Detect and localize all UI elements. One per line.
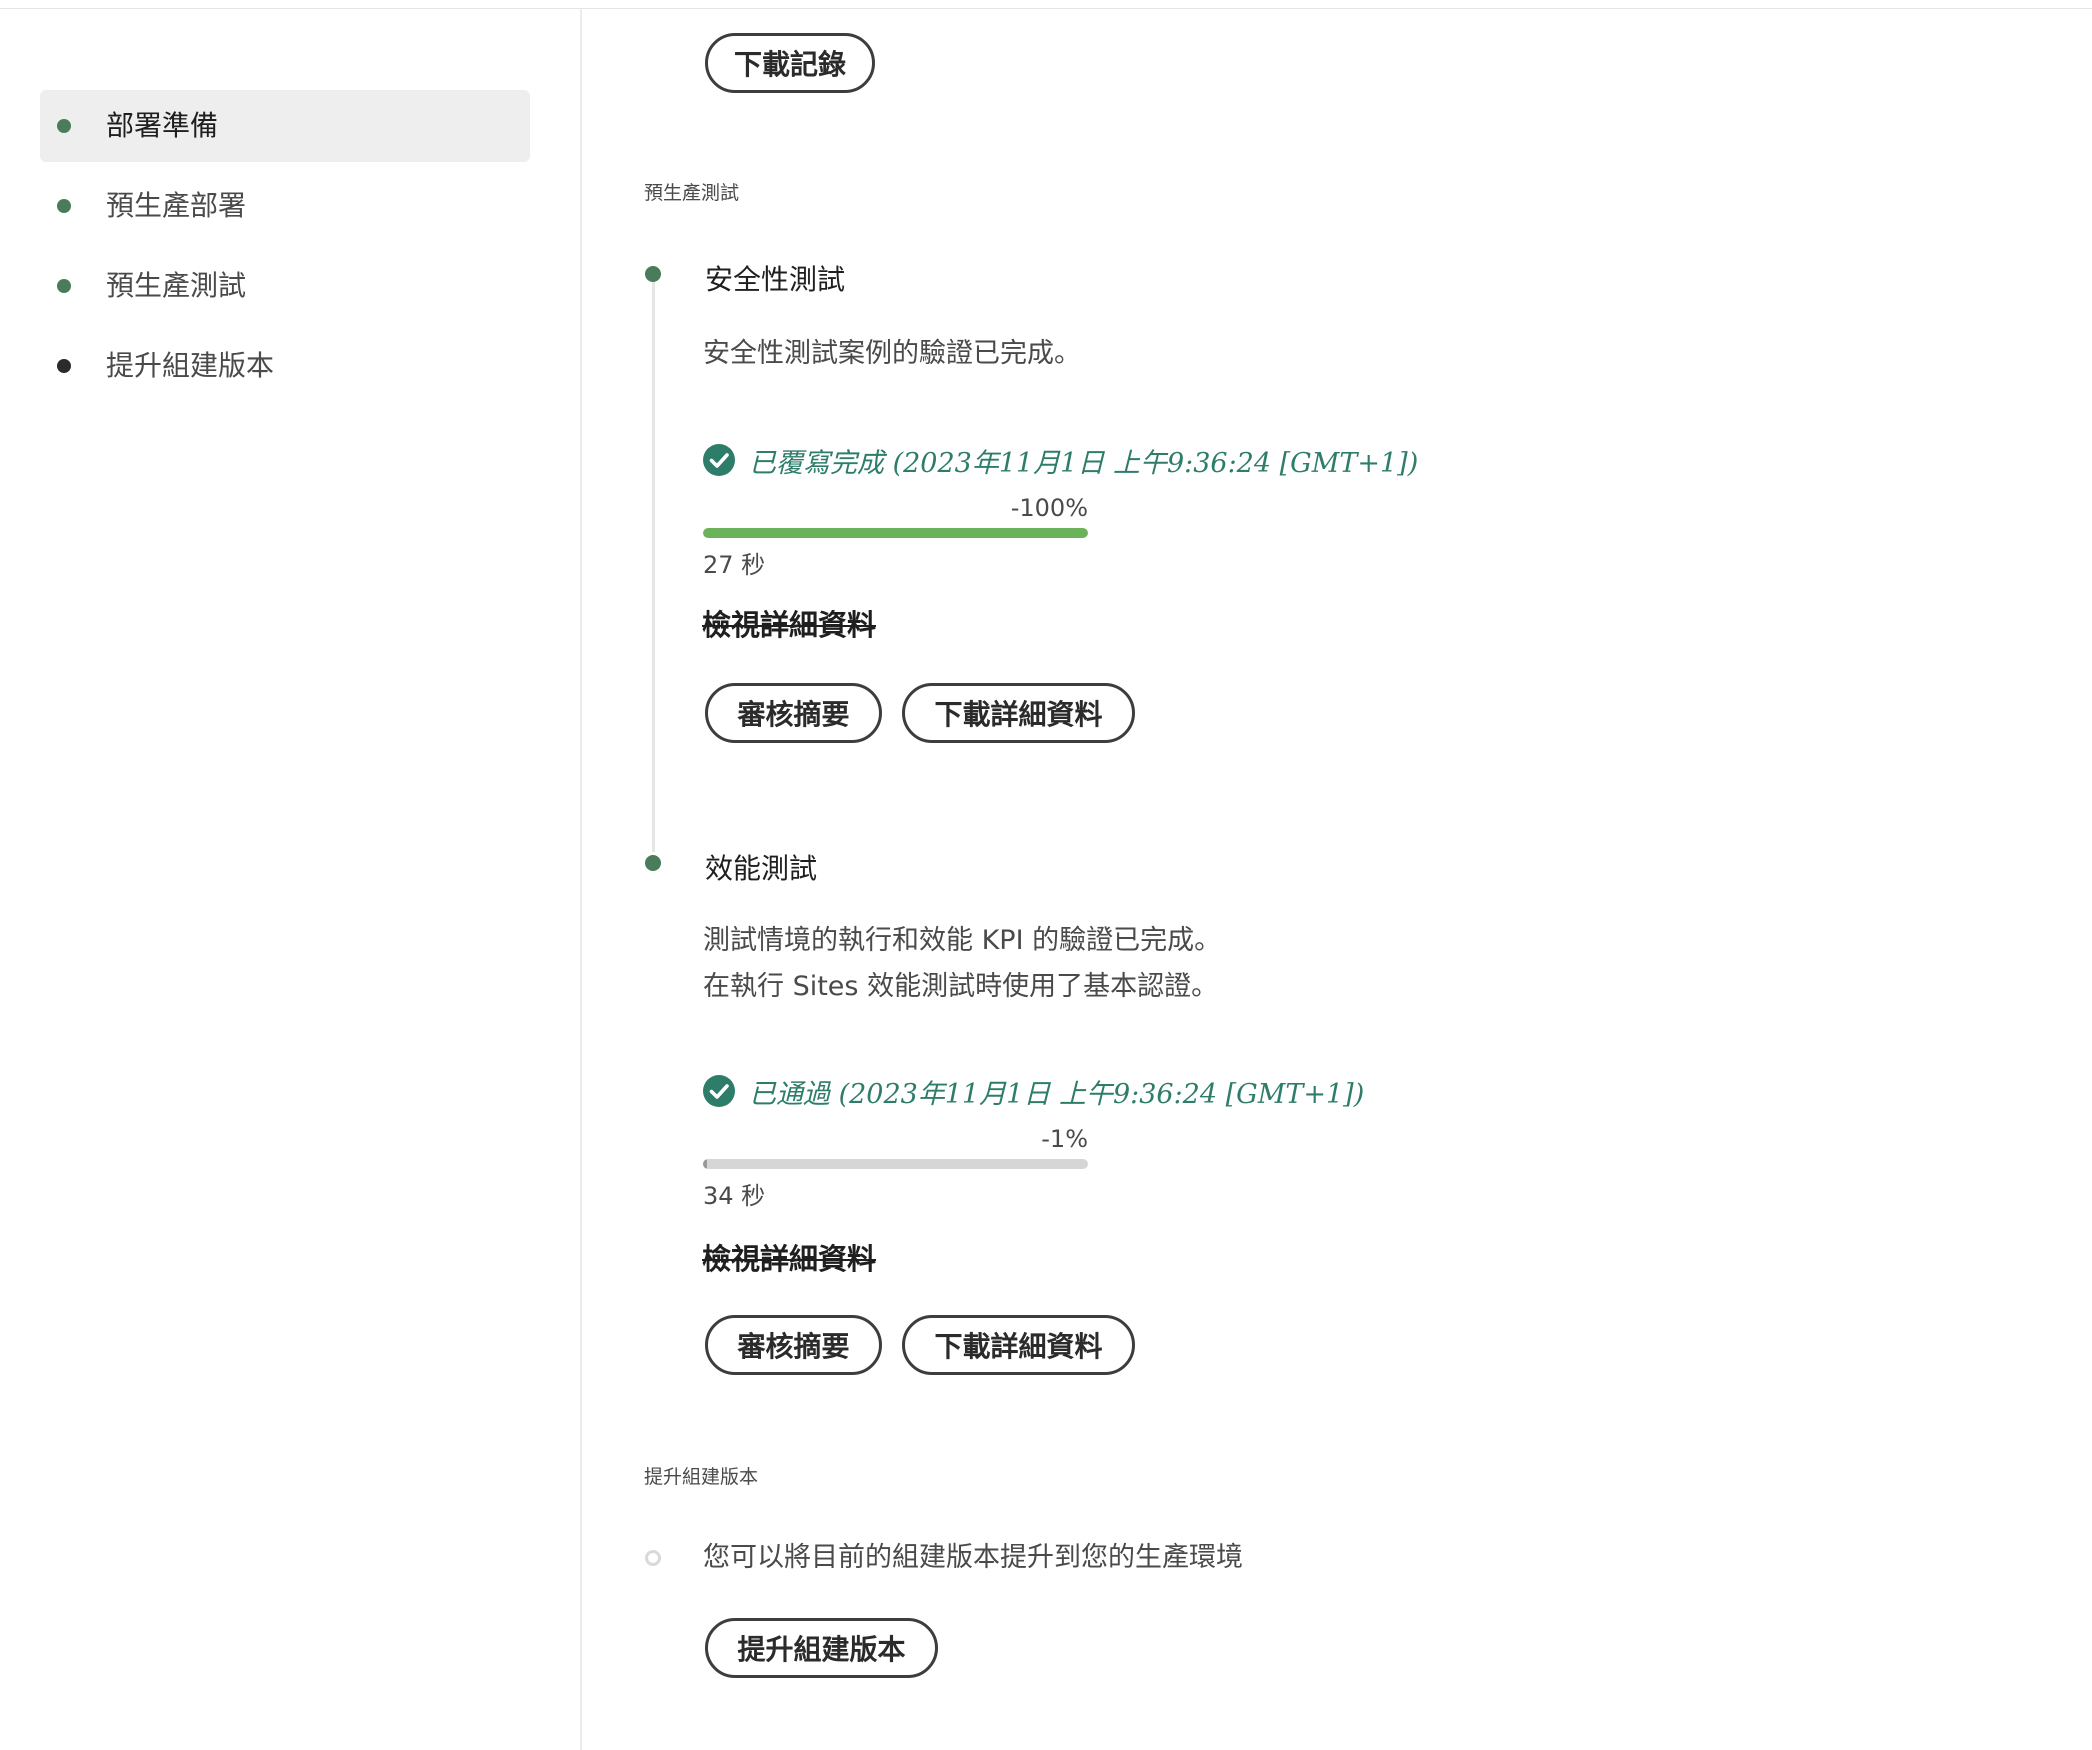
status-dot bbox=[57, 119, 71, 133]
step-title-security: 安全性測試 bbox=[705, 263, 846, 296]
view-details-link[interactable]: 檢視詳細資料 bbox=[702, 602, 876, 644]
download-details-button[interactable]: 下載詳細資料 bbox=[902, 1315, 1135, 1375]
review-summary-button[interactable]: 審核摘要 bbox=[705, 1315, 882, 1375]
status-security: 已覆寫完成 (2023年11月1日 上午9:36:24 [GMT+1]) bbox=[703, 440, 1418, 480]
step-dot-security bbox=[645, 266, 661, 282]
duration-text: 34 秒 bbox=[703, 1182, 766, 1210]
progress-bar bbox=[703, 1159, 1088, 1169]
section-label-preprod-test: 預生產測試 bbox=[644, 182, 740, 204]
progress-percent-label: -1% bbox=[1041, 1125, 1088, 1153]
status-performance: 已通過 (2023年11月1日 上午9:36:24 [GMT+1]) bbox=[703, 1071, 1364, 1111]
top-divider bbox=[0, 8, 2092, 9]
download-log-button[interactable]: 下載記錄 bbox=[705, 33, 875, 93]
progress-bar-fill bbox=[703, 1159, 707, 1169]
step-description-security: 安全性測試案例的驗證已完成。 bbox=[703, 338, 1081, 369]
sidebar-item-preprod-deploy[interactable]: 預生產部署 bbox=[40, 170, 530, 242]
step-description-line: 測試情境的執行和效能 KPI 的驗證已完成。 bbox=[703, 925, 1222, 956]
timeline-line bbox=[652, 282, 655, 852]
step-title-performance: 效能測試 bbox=[705, 852, 818, 885]
sidebar-item-label: 預生產部署 bbox=[106, 189, 247, 222]
sidebar-item-label: 提升組建版本 bbox=[106, 349, 275, 382]
view-details-link[interactable]: 檢視詳細資料 bbox=[702, 1236, 876, 1278]
sidebar-item-deployment-prep[interactable]: 部署準備 bbox=[40, 90, 530, 162]
step-dot-pending bbox=[645, 1550, 661, 1566]
promote-description: 您可以將目前的組建版本提升到您的生產環境 bbox=[703, 1542, 1243, 1573]
sidebar-divider bbox=[580, 9, 582, 1750]
progress-bar bbox=[703, 528, 1088, 538]
progress-percent-label: -100% bbox=[1010, 494, 1088, 522]
status-text: 已覆寫完成 (2023年11月1日 上午9:36:24 [GMT+1]) bbox=[749, 447, 1419, 479]
status-dot bbox=[57, 359, 71, 373]
check-circle-icon bbox=[703, 1075, 735, 1107]
sidebar-item-label: 預生產測試 bbox=[106, 269, 247, 302]
section-label-promote: 提升組建版本 bbox=[644, 1466, 759, 1488]
status-dot bbox=[57, 279, 71, 293]
sidebar-item-preprod-test[interactable]: 預生產測試 bbox=[40, 250, 530, 322]
download-details-button[interactable]: 下載詳細資料 bbox=[902, 683, 1135, 743]
duration-text: 27 秒 bbox=[703, 551, 766, 579]
step-dot-performance bbox=[645, 855, 661, 871]
status-dot bbox=[57, 199, 71, 213]
status-text: 已通過 (2023年11月1日 上午9:36:24 [GMT+1]) bbox=[749, 1078, 1365, 1110]
progress-bar-fill bbox=[703, 528, 1088, 538]
sidebar-item-label: 部署準備 bbox=[106, 109, 219, 142]
check-circle-icon bbox=[703, 444, 735, 476]
step-description-line: 在執行 Sites 效能測試時使用了基本認證。 bbox=[703, 971, 1219, 1002]
promote-build-button[interactable]: 提升組建版本 bbox=[705, 1618, 938, 1678]
sidebar-item-promote-build[interactable]: 提升組建版本 bbox=[40, 330, 530, 402]
review-summary-button[interactable]: 審核摘要 bbox=[705, 683, 882, 743]
